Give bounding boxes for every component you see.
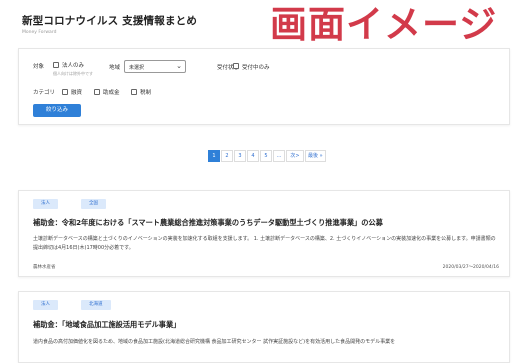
category-tax-checkbox[interactable] <box>131 89 137 95</box>
filter-search-button[interactable]: 絞り込み <box>33 104 81 117</box>
chevron-down-icon: ⌄ <box>176 62 182 70</box>
category-grant-checkbox[interactable] <box>94 89 100 95</box>
result-title[interactable]: 補助金：令和2年度における「スマート農業総合推進対策事業のうちデータ駆動型土づく… <box>33 218 383 228</box>
result-title[interactable]: 補助金：「地域食品加工施設活用モデル事業」 <box>33 320 180 330</box>
category-tax-label: 税制 <box>140 90 152 96</box>
target-label: 対象 <box>33 64 45 70</box>
region-select-value: 未選択 <box>129 65 145 71</box>
category-grant-label: 助成金 <box>103 90 120 96</box>
category-loan-label: 融資 <box>71 90 83 96</box>
result-description: 道内食品の高付加価値化を図るため、地域の食品加工施設(北海道総合研究機構 食品加… <box>33 339 396 345</box>
accepting-only-checkbox[interactable] <box>233 63 239 69</box>
result-period: 2020/03/27〜2020/04/16 <box>442 265 499 270</box>
filter-panel: 対象 法人のみ 個人向けは除外中です 地域 未選択 ⌄ 受付状態 受付中のみ カ… <box>18 48 510 125</box>
result-card: 法人 全国 補助金：令和2年度における「スマート農業総合推進対策事業のうちデータ… <box>18 190 510 277</box>
corporate-only-label: 法人のみ <box>62 63 85 69</box>
page-3-link[interactable]: 3 <box>234 150 246 162</box>
result-description: 土壌診断データベースの構築と土づくりのイノベーションの実装を加速化する取組を支援… <box>33 236 496 251</box>
region-select[interactable]: 未選択 ⌄ <box>124 60 186 73</box>
region-label: 地域 <box>109 65 121 71</box>
tag-region[interactable]: 全国 <box>81 199 106 209</box>
corporate-only-checkbox[interactable] <box>53 62 59 68</box>
page-4-link[interactable]: 4 <box>247 150 259 162</box>
category-label: カテゴリ <box>33 90 56 96</box>
accepting-only-label: 受付中のみ <box>242 65 270 71</box>
app-title: 新型コロナウイルス 支援情報まとめ <box>22 15 198 27</box>
tag-corporate[interactable]: 法人 <box>33 300 58 310</box>
pagination: 1 2 3 4 5 … 次> 最後 » <box>208 150 327 162</box>
page: 新型コロナウイルス 支援情報まとめ Money Forward 画面イメージ 対… <box>0 0 525 363</box>
tag-corporate[interactable]: 法人 <box>33 199 58 209</box>
next-page-link[interactable]: 次> <box>286 150 304 162</box>
page-1-link[interactable]: 1 <box>208 150 220 162</box>
brand-subtitle: Money Forward <box>22 30 57 35</box>
watermark-label: 画面イメージ <box>270 3 498 46</box>
result-source: 農林水産省 <box>33 265 56 270</box>
page-5-link[interactable]: 5 <box>260 150 272 162</box>
last-page-link[interactable]: 最後 » <box>305 150 326 162</box>
page-2-link[interactable]: 2 <box>221 150 233 162</box>
page-ellipsis: … <box>273 150 285 162</box>
category-loan-checkbox[interactable] <box>62 89 68 95</box>
target-note: 個人向けは除外中です <box>53 71 93 76</box>
result-card: 法人 北海道 補助金：「地域食品加工施設活用モデル事業」 道内食品の高付加価値化… <box>18 291 510 363</box>
tag-region[interactable]: 北海道 <box>81 300 111 310</box>
